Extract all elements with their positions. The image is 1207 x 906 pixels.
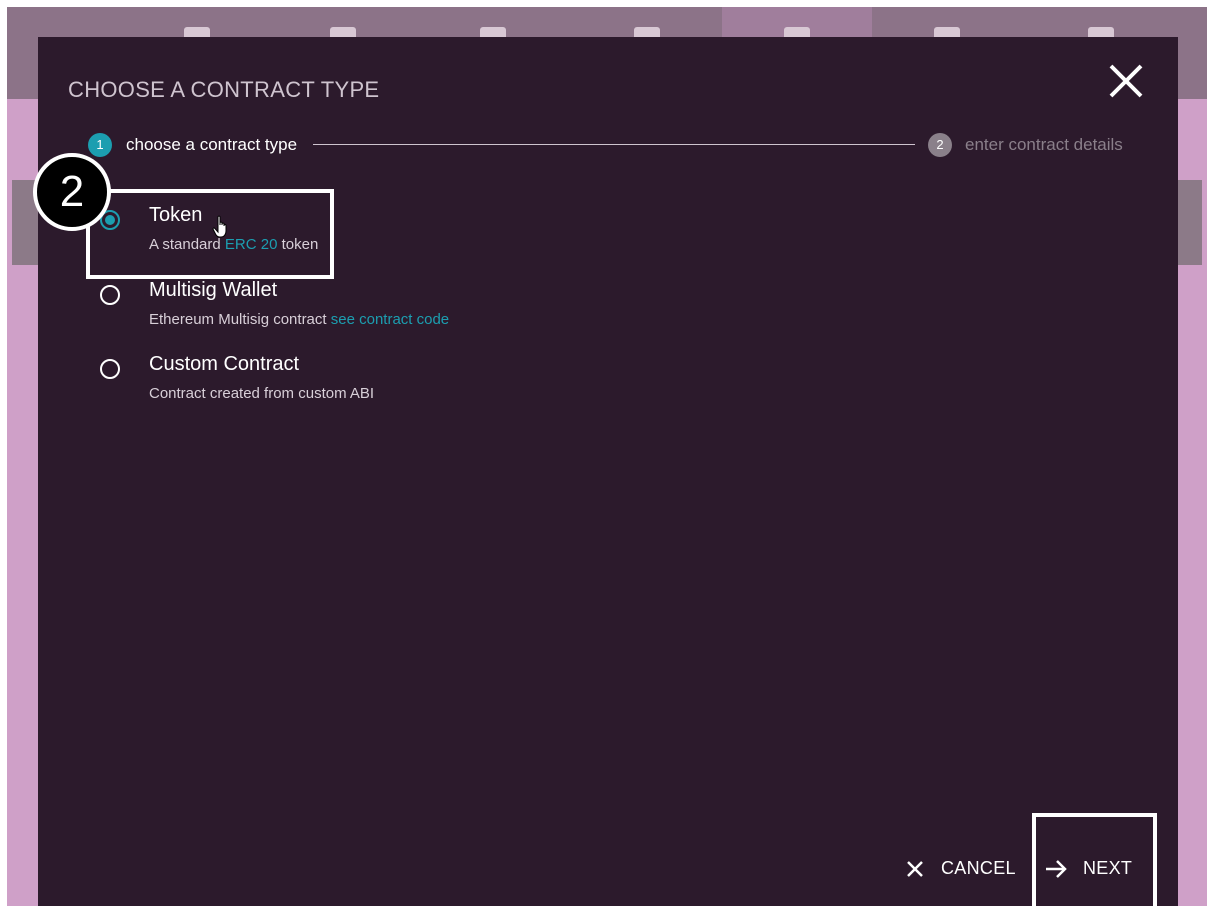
choose-contract-modal: CHOOSE A CONTRACT TYPE 1 choose a contra… (38, 37, 1178, 906)
step-1-label: choose a contract type (126, 135, 298, 154)
custom-contract-radio[interactable] (100, 359, 120, 379)
stepper-connector (313, 144, 915, 145)
cancel-x-icon (907, 861, 923, 877)
cancel-label: CANCEL (941, 858, 1016, 878)
stepper: 1 choose a contract type 2 enter contrac… (88, 131, 1158, 159)
see-contract-code-link[interactable]: see contract code (331, 311, 449, 328)
option-multisig-description: Ethereum Multisig contract see contract … (149, 311, 449, 328)
modal-title: CHOOSE A CONTRACT TYPE (68, 77, 380, 102)
tutorial-highlight-next (1032, 813, 1157, 906)
option-multisig-title: Multisig Wallet (149, 279, 278, 301)
close-icon (1109, 64, 1143, 98)
tutorial-step-badge: 2 (33, 153, 111, 231)
tutorial-highlight-token (86, 189, 334, 279)
option-custom-title: Custom Contract (149, 353, 300, 375)
step-2-number: 2 (928, 133, 952, 157)
step-1-number: 1 (88, 133, 112, 157)
close-button[interactable] (1102, 57, 1150, 105)
option-custom-description: Contract created from custom ABI (149, 385, 375, 402)
multisig-radio[interactable] (100, 285, 120, 305)
option-multisig-desc-prefix: Ethereum Multisig contract (149, 311, 331, 328)
step-2-label: enter contract details (965, 135, 1123, 154)
